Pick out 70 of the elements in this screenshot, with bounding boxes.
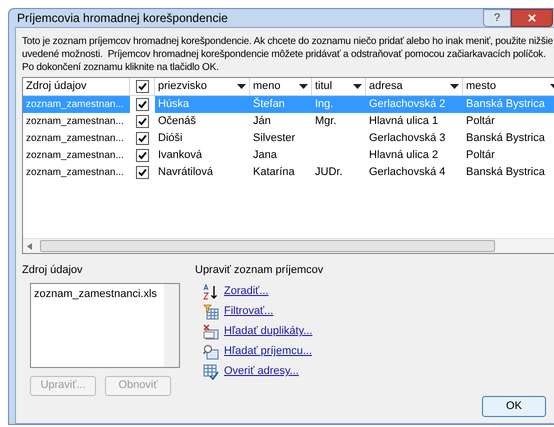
action-link[interactable]: Filtrovať...	[224, 303, 274, 320]
find-recipient-icon	[203, 344, 219, 360]
table-cell: Ján	[253, 115, 271, 127]
validate-icon	[203, 364, 219, 380]
action-link[interactable]: Zoradiť...	[224, 283, 268, 300]
table-cell: Poltár	[466, 115, 495, 127]
vertical-scrollbar[interactable]	[164, 284, 179, 366]
table-cell: Jana	[253, 149, 277, 161]
dropdown-arrow-icon[interactable]	[237, 84, 246, 89]
window-title: Príjemcovia hromadnej korešpondencie	[16, 10, 228, 27]
group-label: Upraviť zoznam príjemcov	[195, 263, 324, 278]
action-link[interactable]: Hľadať duplikáty...	[224, 323, 312, 340]
group-label: Zdroj údajov	[22, 263, 84, 278]
column-header[interactable]: adresa	[366, 78, 463, 95]
table-cell: Silvester	[253, 132, 296, 144]
table-cell: JUDr.	[315, 166, 342, 178]
sort-icon	[203, 284, 219, 300]
intro-text: Toto je zoznam príjemcov hromadnej korešpondencie. Ak chcete do zoznamu niečo pridať alebo ho inak meniť, použite nižšie uvedené možnosti. Príjemcov hromadnej korešpondencie môžete pridávať a odstraňovať pomocou začiarkavacích políčok. Po dokončení zoznamu kliknite na tlačidlo OK.	[22, 35, 554, 74]
checkbox[interactable]	[136, 166, 149, 179]
dropdown-arrow-icon[interactable]	[353, 84, 362, 89]
column-header[interactable]: meno	[250, 78, 312, 95]
checkbox[interactable]	[136, 132, 149, 145]
table-cell: zoznam_zamestnan...	[26, 167, 124, 178]
checkbox[interactable]	[136, 149, 149, 162]
ok-button[interactable]: OK	[482, 396, 546, 416]
column-header[interactable]: priezvisko	[155, 78, 250, 95]
table-cell: Gerlachovská 3	[369, 132, 446, 144]
table-cell: Mgr.	[315, 115, 336, 127]
table-cell: Banská Bystrica	[466, 166, 545, 178]
table-cell: Banská Bystrica	[466, 132, 545, 144]
table-cell: Húska	[158, 98, 190, 110]
table-cell: zoznam_zamestnan...	[26, 116, 124, 127]
scroll-left-icon[interactable]	[27, 242, 32, 250]
dropdown-arrow-icon[interactable]	[450, 84, 459, 89]
table-cell: Gerlachovská 2	[369, 98, 446, 110]
table-row[interactable]: zoznam_zamestnan... Navrátilová Katarína JUDr. Gerlachovská 4 Banská Bystrica	[23, 164, 554, 181]
table-cell: Navrátilová	[158, 166, 214, 178]
help-button[interactable]: ?	[483, 9, 511, 27]
table-row[interactable]: zoznam_zamestnan... Ivanková Jana Hlavná ulica 2 Poltár	[23, 147, 554, 164]
list-item[interactable]: zoznam_zamestnanci.xls	[34, 286, 161, 302]
table-cell: zoznam_zamestnan...	[26, 99, 124, 110]
table-cell: zoznam_zamestnan...	[26, 150, 124, 161]
table-cell: Banská Bystrica	[466, 98, 545, 110]
duplicates-icon	[203, 324, 219, 340]
table-cell: Katarína	[253, 166, 295, 178]
column-header[interactable]: mesto	[463, 78, 554, 95]
action-link[interactable]: Hľadať príjemcu...	[224, 343, 312, 360]
checkbox[interactable]	[136, 115, 149, 128]
table-cell: Ivanková	[158, 149, 202, 161]
table-row[interactable]: zoznam_zamestnan... Dióši Silvester Gerlachovská 3 Banská Bystrica	[23, 130, 554, 147]
table-cell: Gerlachovská 4	[369, 166, 446, 178]
action-link[interactable]: Overiť adresy...	[224, 363, 299, 380]
scrollbar-thumb[interactable]	[40, 240, 495, 252]
checkbox[interactable]	[136, 80, 148, 93]
table-cell: Ing.	[315, 98, 334, 110]
horizontal-scrollbar[interactable]	[23, 238, 554, 253]
column-header[interactable]: Zdroj údajov	[23, 78, 130, 95]
table-cell: Štefan	[253, 98, 285, 110]
table-cell: Hlavná ulica 1	[369, 115, 438, 127]
table-cell: Hlavná ulica 2	[369, 149, 438, 161]
table-cell: Očenáš	[158, 115, 196, 127]
table-row[interactable]: zoznam_zamestnan... Očenáš Ján Mgr. Hlavná ulica 1 Poltár	[23, 113, 554, 130]
table-cell: Dióši	[158, 132, 182, 144]
checkbox[interactable]	[136, 98, 149, 111]
dropdown-arrow-icon[interactable]	[299, 84, 308, 89]
table-cell: Poltár	[466, 149, 495, 161]
column-header[interactable]: titul	[312, 78, 366, 95]
close-button[interactable]: ×	[511, 9, 553, 27]
filter-table-icon	[203, 304, 219, 320]
table-cell: zoznam_zamestnan...	[26, 133, 124, 144]
